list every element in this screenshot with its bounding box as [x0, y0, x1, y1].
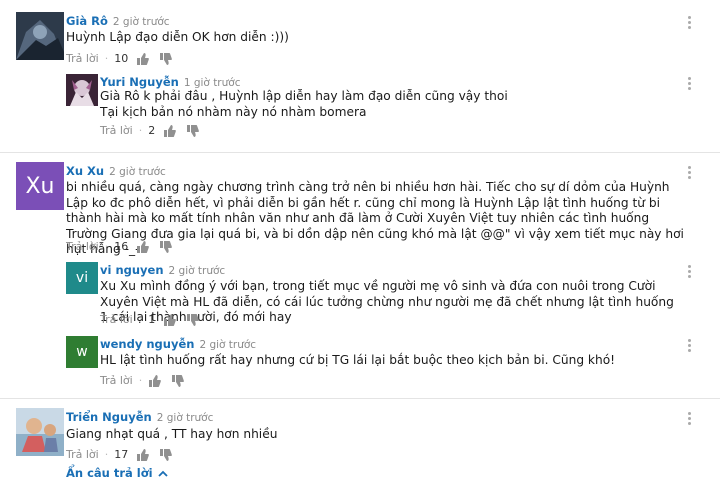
comment-time[interactable]: 2 giờ trước	[199, 339, 256, 351]
like-icon[interactable]	[136, 448, 150, 461]
like-icon[interactable]	[163, 313, 177, 326]
more-options-icon[interactable]	[688, 412, 692, 427]
dislike-icon[interactable]	[171, 374, 185, 387]
comment-text: Già Rô k phải đâu , Huỳnh lập diễn hay l…	[100, 89, 508, 119]
comment-actions: Trả lời ·	[100, 374, 194, 387]
avatar[interactable]	[16, 12, 64, 60]
comment-actions: Trả lời · 17	[66, 448, 182, 461]
comment-author[interactable]: Triển Nguyễn 2 giờ trước	[66, 410, 213, 424]
comment-time[interactable]: 2 giờ trước	[157, 412, 214, 424]
like-icon[interactable]	[163, 124, 177, 137]
comment-time[interactable]: 2 giờ trước	[169, 265, 226, 277]
more-options-icon[interactable]	[688, 77, 692, 92]
dislike-icon[interactable]	[186, 313, 200, 326]
more-options-icon[interactable]	[688, 16, 692, 31]
like-count: 17	[114, 448, 129, 461]
like-icon[interactable]	[136, 240, 150, 253]
divider	[0, 152, 720, 153]
avatar[interactable]: w	[66, 336, 98, 368]
dislike-icon[interactable]	[159, 240, 173, 253]
more-options-icon[interactable]	[688, 265, 692, 280]
chevron-up-icon	[157, 466, 168, 480]
like-count: 10	[114, 52, 129, 65]
more-options-icon[interactable]	[688, 339, 692, 354]
like-count: 2	[148, 124, 156, 137]
hide-replies-button[interactable]: Ẩn câu trả lời	[66, 466, 168, 480]
comment-author[interactable]: Yuri Nguyễn 1 giờ trước	[100, 75, 240, 89]
reply-button[interactable]: Trả lời	[66, 240, 99, 253]
reply-button[interactable]: Trả lời	[100, 374, 133, 387]
dislike-icon[interactable]	[159, 448, 173, 461]
reply-button[interactable]: Trả lời	[66, 448, 99, 461]
comment-author[interactable]: Già Rô 2 giờ trước	[66, 14, 170, 28]
comment-actions: Trả lời · 1	[100, 313, 209, 326]
avatar[interactable]: vi	[66, 262, 98, 294]
dislike-icon[interactable]	[159, 52, 173, 65]
more-options-icon[interactable]	[688, 166, 692, 181]
comment-actions: Trả lời · 10	[66, 52, 182, 65]
avatar[interactable]	[16, 408, 64, 456]
comment-actions: Trả lời · 2	[100, 124, 209, 137]
comment-actions: Trả lời · 16	[66, 240, 182, 253]
comment-author[interactable]: Xu Xu 2 giờ trước	[66, 164, 166, 178]
comment-author[interactable]: vi nguyen 2 giờ trước	[100, 263, 225, 277]
reply-button[interactable]: Trả lời	[100, 124, 133, 137]
avatar[interactable]	[66, 74, 98, 106]
like-icon[interactable]	[148, 374, 162, 387]
divider	[0, 398, 720, 399]
like-count: 16	[114, 240, 129, 253]
dislike-icon[interactable]	[186, 124, 200, 137]
comment-text: Huỳnh Lập đạo diễn OK hơn diễn :)))	[66, 30, 289, 44]
reply-button[interactable]: Trả lời	[66, 52, 99, 65]
avatar[interactable]: Xu	[16, 162, 64, 210]
reply-button[interactable]: Trả lời	[100, 313, 133, 326]
like-count: 1	[148, 313, 156, 326]
comment-text: HL lật tình huống rất hay nhưng cứ bị TG…	[100, 353, 616, 367]
comment-time[interactable]: 2 giờ trước	[109, 166, 166, 178]
comment-time[interactable]: 2 giờ trước	[113, 16, 170, 28]
comment-time[interactable]: 1 giờ trước	[184, 77, 241, 89]
like-icon[interactable]	[136, 52, 150, 65]
comment-text: Giang nhạt quá , TT hay hơn nhiều	[66, 427, 278, 441]
hide-replies-label: Ẩn câu trả lời	[66, 466, 153, 480]
comment-author[interactable]: wendy nguyễn 2 giờ trước	[100, 337, 256, 351]
